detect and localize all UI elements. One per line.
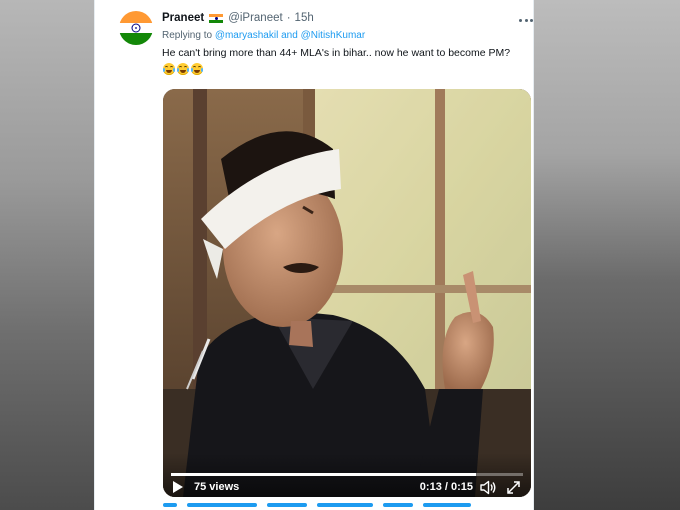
mention-link-2[interactable]: @NitishKumar <box>301 30 366 41</box>
face-with-tears-of-joy-icon <box>191 63 203 75</box>
emoji-row <box>163 63 203 75</box>
tweet-card: Praneet @iPraneet · 15h Replying to @mar… <box>94 0 534 510</box>
play-icon[interactable] <box>173 481 183 493</box>
face-with-tears-of-joy-icon <box>163 63 175 75</box>
replying-to-line: Replying to @maryashakil and @NitishKuma… <box>162 30 365 41</box>
more-horizontal-icon[interactable] <box>519 14 533 26</box>
replying-to-label: Replying to <box>162 30 213 41</box>
video-player[interactable]: 75 views 0:13 / 0:15 <box>163 89 531 497</box>
expand-icon[interactable] <box>506 480 521 495</box>
video-frame <box>163 89 531 497</box>
author-handle[interactable]: @iPraneet <box>228 12 283 24</box>
mention-link-1[interactable]: @maryashakil <box>215 30 279 41</box>
author-display-name[interactable]: Praneet <box>162 12 204 24</box>
background-blur-left <box>0 0 94 510</box>
video-progress-bar[interactable] <box>171 473 523 476</box>
video-controls: 75 views 0:13 / 0:15 <box>163 453 531 497</box>
background-blur-right <box>532 0 680 510</box>
tweet-header: Praneet @iPraneet · 15h <box>162 12 314 24</box>
face-with-tears-of-joy-icon <box>177 63 189 75</box>
header-separator: · <box>286 12 291 24</box>
tweet-text: He can't bring more than 44+ MLA's in bi… <box>162 47 511 59</box>
next-tweet-hint <box>163 503 471 507</box>
volume-icon[interactable] <box>480 480 497 495</box>
mention-conjunction: and <box>281 30 298 41</box>
india-flag-avatar-icon[interactable] <box>119 11 153 45</box>
view-count: 75 views <box>194 481 240 493</box>
video-progress-fill <box>171 473 477 476</box>
video-time: 0:13 / 0:15 <box>419 481 473 493</box>
tweet-timestamp[interactable]: 15h <box>295 12 314 24</box>
india-flag-icon <box>209 13 224 23</box>
